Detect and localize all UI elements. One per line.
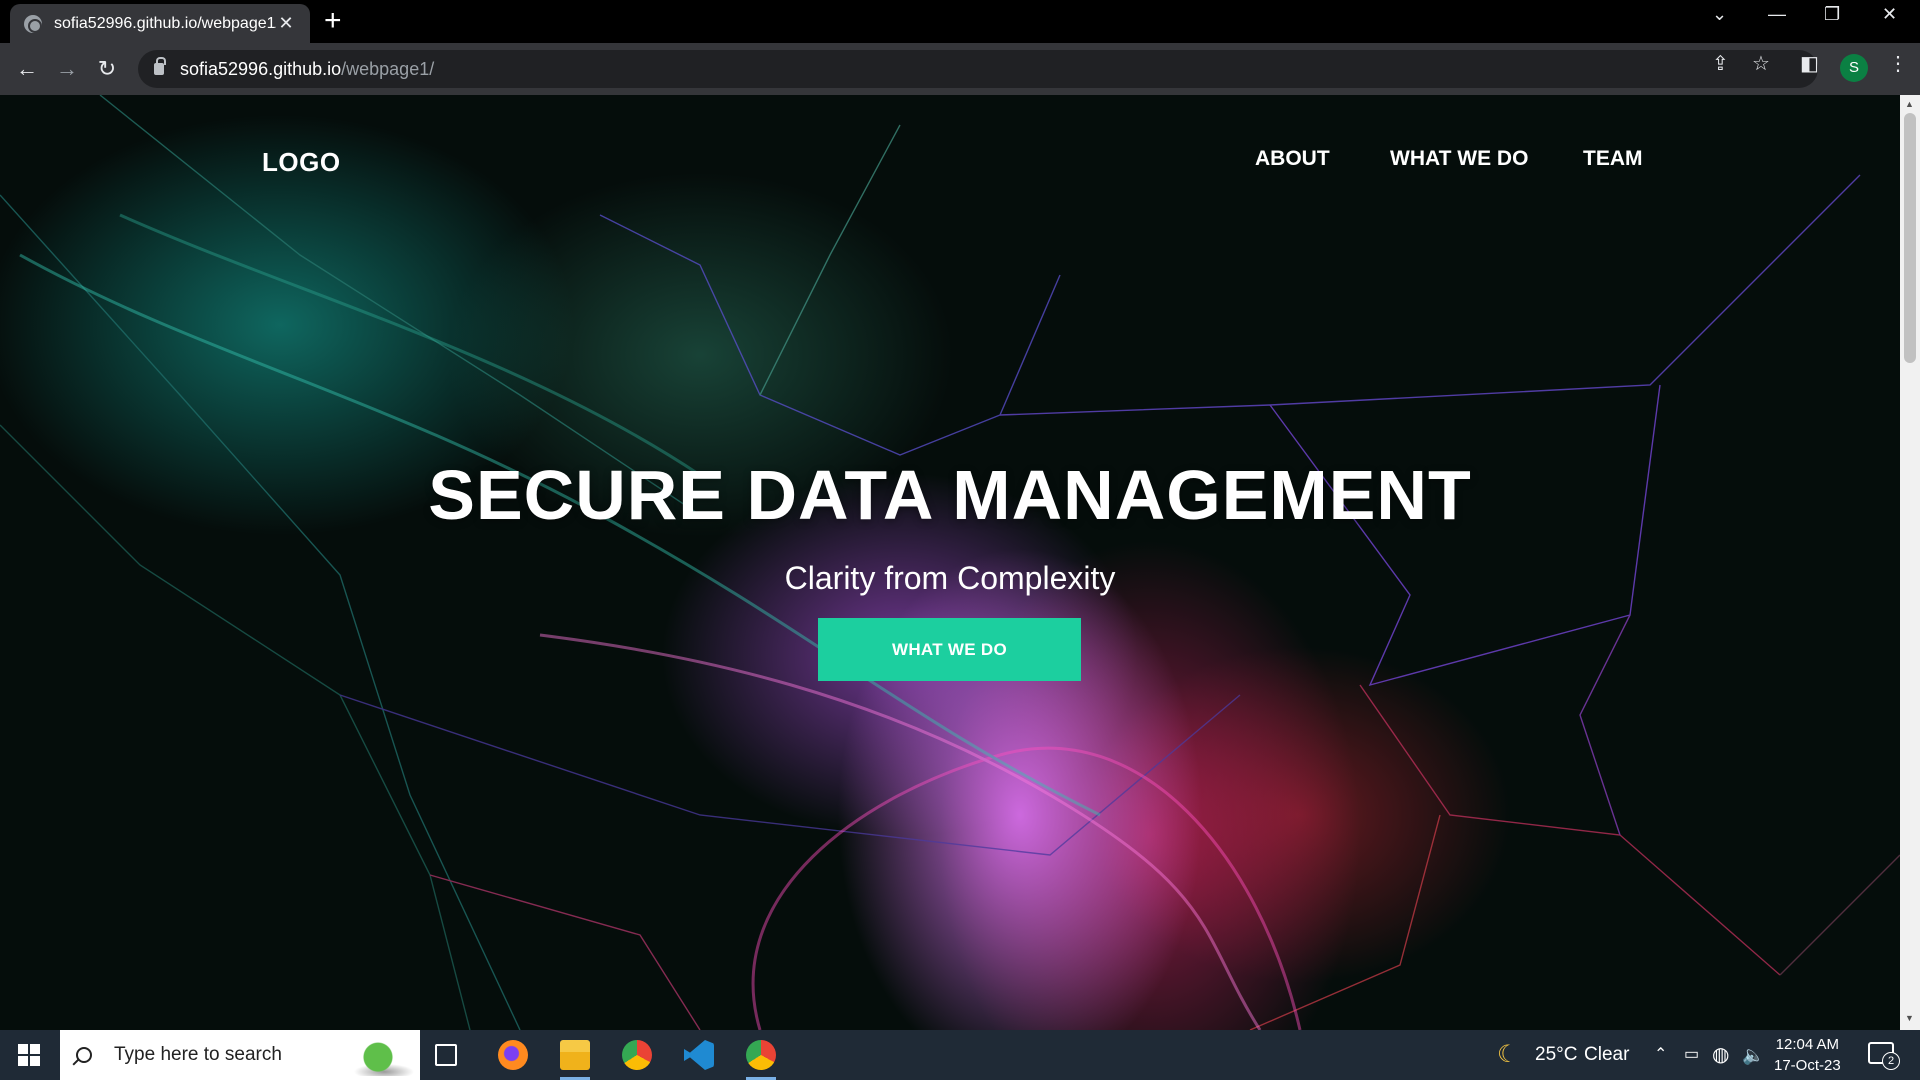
vscode-icon[interactable]	[684, 1040, 714, 1070]
search-placeholder: Type here to search	[114, 1044, 282, 1065]
show-hidden-icons-icon[interactable]: ⌃	[1654, 1030, 1667, 1080]
nav-link-team[interactable]: TEAM	[1583, 147, 1643, 171]
notification-center-icon[interactable]: 2	[1868, 1042, 1900, 1070]
url-host: sofia52996.github.io	[180, 58, 342, 79]
tab-strip: sofia52996.github.io/webpage1/ ✕ + ⌄ — ❐…	[0, 0, 1920, 43]
menu-kebab-icon[interactable]: ⋮	[1888, 51, 1908, 76]
taskbar-clock[interactable]: 12:04 AM 17-Oct-23	[1774, 1034, 1841, 1076]
weather-temp[interactable]: 25°C	[1535, 1030, 1577, 1080]
battery-icon[interactable]: ▭	[1684, 1030, 1699, 1080]
tab-title: sofia52996.github.io/webpage1/	[54, 14, 276, 32]
side-panel-icon[interactable]: ◧	[1800, 51, 1819, 76]
scroll-up-icon[interactable]: ▲	[1905, 99, 1914, 109]
what-we-do-button[interactable]: WHAT WE DO	[818, 618, 1081, 681]
windows-start-icon[interactable]	[18, 1044, 40, 1066]
task-view-icon[interactable]	[435, 1044, 457, 1066]
lock-icon[interactable]	[154, 57, 166, 75]
close-window-icon[interactable]: ✕	[1882, 4, 1897, 25]
network-globe-icon[interactable]: ◍	[1712, 1030, 1729, 1080]
volume-icon[interactable]: 🔈	[1742, 1030, 1764, 1080]
site-favicon-icon	[24, 14, 42, 33]
page-scrollbar[interactable]: ▲ ▼	[1900, 95, 1920, 1030]
site-logo[interactable]: LOGO	[262, 147, 341, 178]
chrome-icon[interactable]	[622, 1040, 652, 1070]
tab-search-icon[interactable]: ⌄	[1712, 4, 1727, 25]
profile-avatar[interactable]: S	[1840, 54, 1868, 82]
weather-moon-icon[interactable]: ☾	[1497, 1030, 1519, 1080]
url-path: /webpage1/	[341, 58, 435, 79]
forward-icon[interactable]: →	[53, 55, 81, 83]
webpage-hero: LOGO ABOUT WHAT WE DO TEAM SECURE DATA M…	[0, 95, 1900, 1030]
browser-tab[interactable]: sofia52996.github.io/webpage1/ ✕	[10, 4, 310, 43]
browser-toolbar: ← → ↻ sofia52996.github.io/webpage1/ ⇪ ☆…	[0, 43, 1920, 95]
clock-date: 17-Oct-23	[1774, 1057, 1841, 1074]
taskbar-search-box[interactable]: Type here to search	[60, 1030, 420, 1080]
reload-icon[interactable]: ↻	[93, 55, 121, 83]
clock-time: 12:04 AM	[1775, 1036, 1840, 1053]
minimize-icon[interactable]: —	[1768, 4, 1786, 25]
notification-count-badge: 2	[1882, 1052, 1900, 1070]
hero-title: SECURE DATA MANAGEMENT	[428, 456, 1472, 534]
back-icon[interactable]: ←	[13, 55, 41, 83]
weather-desc[interactable]: Clear	[1584, 1030, 1629, 1080]
file-explorer-icon[interactable]	[560, 1040, 590, 1080]
nav-link-what-we-do[interactable]: WHAT WE DO	[1390, 147, 1528, 171]
address-bar[interactable]: sofia52996.github.io/webpage1/	[138, 50, 1818, 88]
share-icon[interactable]: ⇪	[1712, 51, 1729, 76]
scrollbar-thumb[interactable]	[1904, 113, 1916, 363]
search-highlight-dragon-icon	[354, 1034, 414, 1076]
new-tab-button[interactable]: +	[324, 6, 342, 36]
search-icon	[76, 1047, 92, 1063]
tab-close-icon[interactable]: ✕	[276, 13, 296, 34]
nav-link-about[interactable]: ABOUT	[1255, 147, 1330, 171]
hero-subtitle: Clarity from Complexity	[784, 560, 1116, 596]
scroll-down-icon[interactable]: ▼	[1905, 1013, 1914, 1023]
chrome-profile-icon[interactable]	[746, 1040, 776, 1080]
bookmark-star-icon[interactable]: ☆	[1752, 51, 1770, 76]
windows-taskbar: Type here to search ☾ 25°C Clear ⌃ ▭ ◍ 🔈…	[0, 1030, 1920, 1080]
restore-icon[interactable]: ❐	[1824, 4, 1840, 25]
firefox-icon[interactable]	[498, 1040, 528, 1070]
